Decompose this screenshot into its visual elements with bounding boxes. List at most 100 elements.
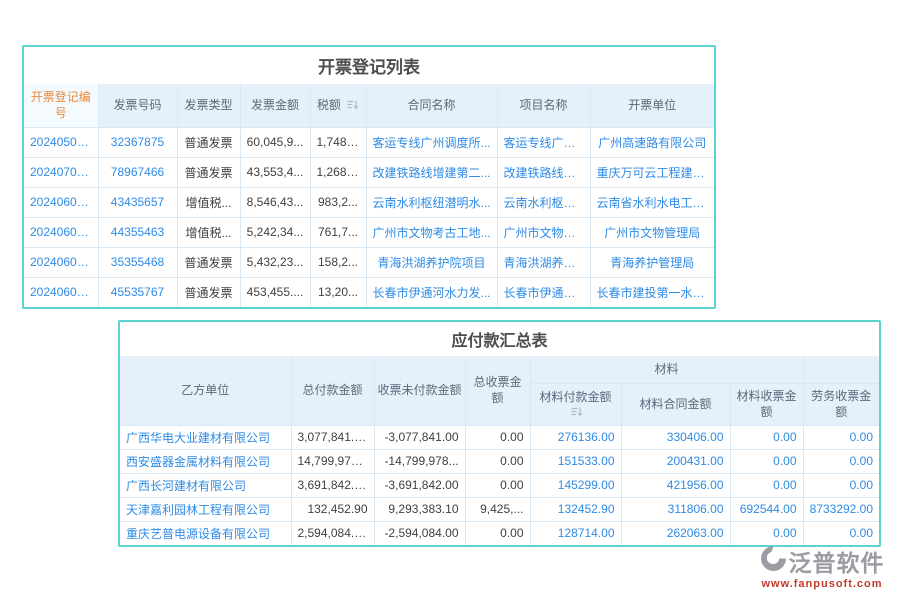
labor-receipt-cell[interactable]: 0.00 bbox=[803, 521, 879, 545]
party-b-unit-cell[interactable]: 西安盛器金属材料有限公司 bbox=[120, 449, 291, 473]
invoice-type-cell: 普通发票 bbox=[177, 277, 240, 307]
contract-name-cell[interactable]: 长春市伊通河水力发... bbox=[366, 277, 497, 307]
labor-receipt-cell[interactable]: 0.00 bbox=[803, 473, 879, 497]
invoicing-unit-cell[interactable]: 长春市建投第一水利... bbox=[590, 277, 714, 307]
invoicing-unit-cell[interactable]: 云南省水利水电工程... bbox=[590, 187, 714, 217]
material-receipt-cell[interactable]: 692544.00 bbox=[730, 497, 803, 521]
material-payment-cell[interactable]: 276136.00 bbox=[530, 425, 621, 449]
party-b-unit-cell[interactable]: 广西长河建材有限公司 bbox=[120, 473, 291, 497]
contract-name-cell[interactable]: 改建铁路线增建第二... bbox=[366, 157, 497, 187]
invoice-reg-no-cell[interactable]: 2024070002 bbox=[24, 157, 98, 187]
fanpu-logo-url[interactable]: www.fanpusoft.com bbox=[744, 578, 900, 590]
col-header-invoice-reg-no: 开票登记编号 bbox=[24, 84, 98, 127]
project-name-cell[interactable]: 客运专线广州... bbox=[497, 127, 590, 157]
material-receipt-cell[interactable]: 0.00 bbox=[730, 449, 803, 473]
material-contract-cell[interactable]: 330406.00 bbox=[621, 425, 730, 449]
project-name-cell[interactable]: 云南水利枢纽... bbox=[497, 187, 590, 217]
invoice-reg-no-cell[interactable]: 2024060007 bbox=[24, 247, 98, 277]
col-header-material-contract: 材料合同金额 bbox=[621, 383, 730, 425]
invoice-reg-no-cell[interactable]: 2024060009 bbox=[24, 187, 98, 217]
tax-amount-cell: 13,20... bbox=[310, 277, 366, 307]
invoice-reg-no-cell[interactable]: 2024060001 bbox=[24, 217, 98, 247]
invoice-no-cell[interactable]: 35355468 bbox=[98, 247, 177, 277]
party-b-unit-cell[interactable]: 天津嘉利园林工程有限公司 bbox=[120, 497, 291, 521]
col-header-party-b-unit: 乙方单位 bbox=[120, 356, 291, 425]
table-row: 202405000432367875普通发票60,045,9...1,748,.… bbox=[24, 127, 714, 157]
invoice-table-title: 开票登记列表 bbox=[24, 47, 714, 84]
material-contract-cell[interactable]: 311806.00 bbox=[621, 497, 730, 521]
invoice-no-cell[interactable]: 32367875 bbox=[98, 127, 177, 157]
contract-name-cell[interactable]: 青海洪湖养护院项目 bbox=[366, 247, 497, 277]
project-name-cell[interactable]: 青海洪湖养护... bbox=[497, 247, 590, 277]
payables-table-title: 应付款汇总表 bbox=[120, 322, 879, 356]
col-header-invoicing-unit: 开票单位 bbox=[590, 84, 714, 127]
invoice-reg-no-cell[interactable]: 2024060010 bbox=[24, 277, 98, 307]
total-payment-cell: 3,691,842.00 bbox=[291, 473, 374, 497]
invoice-no-cell[interactable]: 44355463 bbox=[98, 217, 177, 247]
sort-icon[interactable] bbox=[347, 98, 359, 114]
material-contract-cell[interactable]: 262063.00 bbox=[621, 521, 730, 545]
invoicing-unit-cell[interactable]: 广州高速路有限公司 bbox=[590, 127, 714, 157]
table-row: 西安盛器金属材料有限公司14,799,978...-14,799,978...0… bbox=[120, 449, 879, 473]
invoicing-unit-cell[interactable]: 青海养护管理局 bbox=[590, 247, 714, 277]
invoicing-unit-cell[interactable]: 重庆万可云工程建设... bbox=[590, 157, 714, 187]
total-payment-cell: 2,594,084.00 bbox=[291, 521, 374, 545]
invoice-no-cell[interactable]: 43435657 bbox=[98, 187, 177, 217]
material-contract-cell[interactable]: 200431.00 bbox=[621, 449, 730, 473]
total-payment-cell: 132,452.90 bbox=[291, 497, 374, 521]
col-header-total-receipt: 总收票金额 bbox=[465, 356, 530, 425]
material-payment-cell[interactable]: 151533.00 bbox=[530, 449, 621, 473]
tax-amount-cell: 1,748,... bbox=[310, 127, 366, 157]
material-receipt-cell[interactable]: 0.00 bbox=[730, 425, 803, 449]
col-header-tax-amount[interactable]: 税额 bbox=[310, 84, 366, 127]
contract-name-cell[interactable]: 广州市文物考古工地... bbox=[366, 217, 497, 247]
receipted-unpaid-cell: -2,594,084.00 bbox=[374, 521, 465, 545]
invoice-amount-cell: 5,242,34... bbox=[240, 217, 310, 247]
invoice-no-cell[interactable]: 45535767 bbox=[98, 277, 177, 307]
labor-receipt-cell[interactable]: 8733292.00 bbox=[803, 497, 879, 521]
party-b-unit-cell[interactable]: 重庆艺普电源设备有限公司 bbox=[120, 521, 291, 545]
table-row: 广西长河建材有限公司3,691,842.00-3,691,842.000.001… bbox=[120, 473, 879, 497]
invoice-registration-table: 开票登记编号 发票号码 发票类型 发票金额 税额 bbox=[24, 84, 714, 307]
tax-amount-cell: 761,7... bbox=[310, 217, 366, 247]
col-header-invoice-no: 发票号码 bbox=[98, 84, 177, 127]
col-header-invoice-amount: 发票金额 bbox=[240, 84, 310, 127]
table-row: 202406000144355463增值税...5,242,34...761,7… bbox=[24, 217, 714, 247]
header-row: 开票登记编号 发票号码 发票类型 发票金额 税额 bbox=[24, 84, 714, 127]
contract-name-cell[interactable]: 客运专线广州调度所... bbox=[366, 127, 497, 157]
material-contract-cell[interactable]: 421956.00 bbox=[621, 473, 730, 497]
project-name-cell[interactable]: 长春市伊通河... bbox=[497, 277, 590, 307]
invoicing-unit-cell[interactable]: 广州市文物管理局 bbox=[590, 217, 714, 247]
total-receipt-cell: 0.00 bbox=[465, 449, 530, 473]
invoice-type-cell: 普通发票 bbox=[177, 127, 240, 157]
tax-amount-cell: 1,268,... bbox=[310, 157, 366, 187]
material-payment-cell[interactable]: 145299.00 bbox=[530, 473, 621, 497]
party-b-unit-cell[interactable]: 广西华电大业建材有限公司 bbox=[120, 425, 291, 449]
invoice-amount-cell: 8,546,43... bbox=[240, 187, 310, 217]
labor-receipt-cell[interactable]: 0.00 bbox=[803, 449, 879, 473]
project-name-cell[interactable]: 广州市文物考... bbox=[497, 217, 590, 247]
fanpu-logo-text: 泛普软件 bbox=[789, 544, 885, 578]
material-receipt-cell[interactable]: 0.00 bbox=[730, 521, 803, 545]
contract-name-cell[interactable]: 云南水利枢纽潜明水... bbox=[366, 187, 497, 217]
total-receipt-cell: 0.00 bbox=[465, 425, 530, 449]
material-payment-cell[interactable]: 128714.00 bbox=[530, 521, 621, 545]
col-header-material-payment[interactable]: 材料付款金额 bbox=[530, 383, 621, 425]
col-header-material-receipt: 材料收票金额 bbox=[730, 383, 803, 425]
invoice-reg-no-cell[interactable]: 2024050004 bbox=[24, 127, 98, 157]
tax-amount-cell: 983,2... bbox=[310, 187, 366, 217]
material-payment-cell[interactable]: 132452.90 bbox=[530, 497, 621, 521]
table-row: 重庆艺普电源设备有限公司2,594,084.00-2,594,084.00 0.0… bbox=[120, 521, 879, 545]
invoice-type-cell: 增值税... bbox=[177, 217, 240, 247]
invoice-type-cell: 普通发票 bbox=[177, 247, 240, 277]
payables-summary-panel: 应付款汇总表 乙方单位 总付款金额 收票未付款金额 总收票金额 bbox=[118, 320, 881, 547]
payables-summary-table: 乙方单位 总付款金额 收票未付款金额 总收票金额 材料 材料付款金额 bbox=[120, 356, 879, 545]
material-receipt-cell[interactable]: 0.00 bbox=[730, 473, 803, 497]
sort-icon[interactable] bbox=[537, 407, 618, 419]
tax-amount-cell: 158,2... bbox=[310, 247, 366, 277]
invoice-no-cell[interactable]: 78967466 bbox=[98, 157, 177, 187]
total-payment-cell: 14,799,978... bbox=[291, 449, 374, 473]
project-name-cell[interactable]: 改建铁路线增... bbox=[497, 157, 590, 187]
group-header-empty bbox=[803, 356, 879, 383]
labor-receipt-cell[interactable]: 0.00 bbox=[803, 425, 879, 449]
